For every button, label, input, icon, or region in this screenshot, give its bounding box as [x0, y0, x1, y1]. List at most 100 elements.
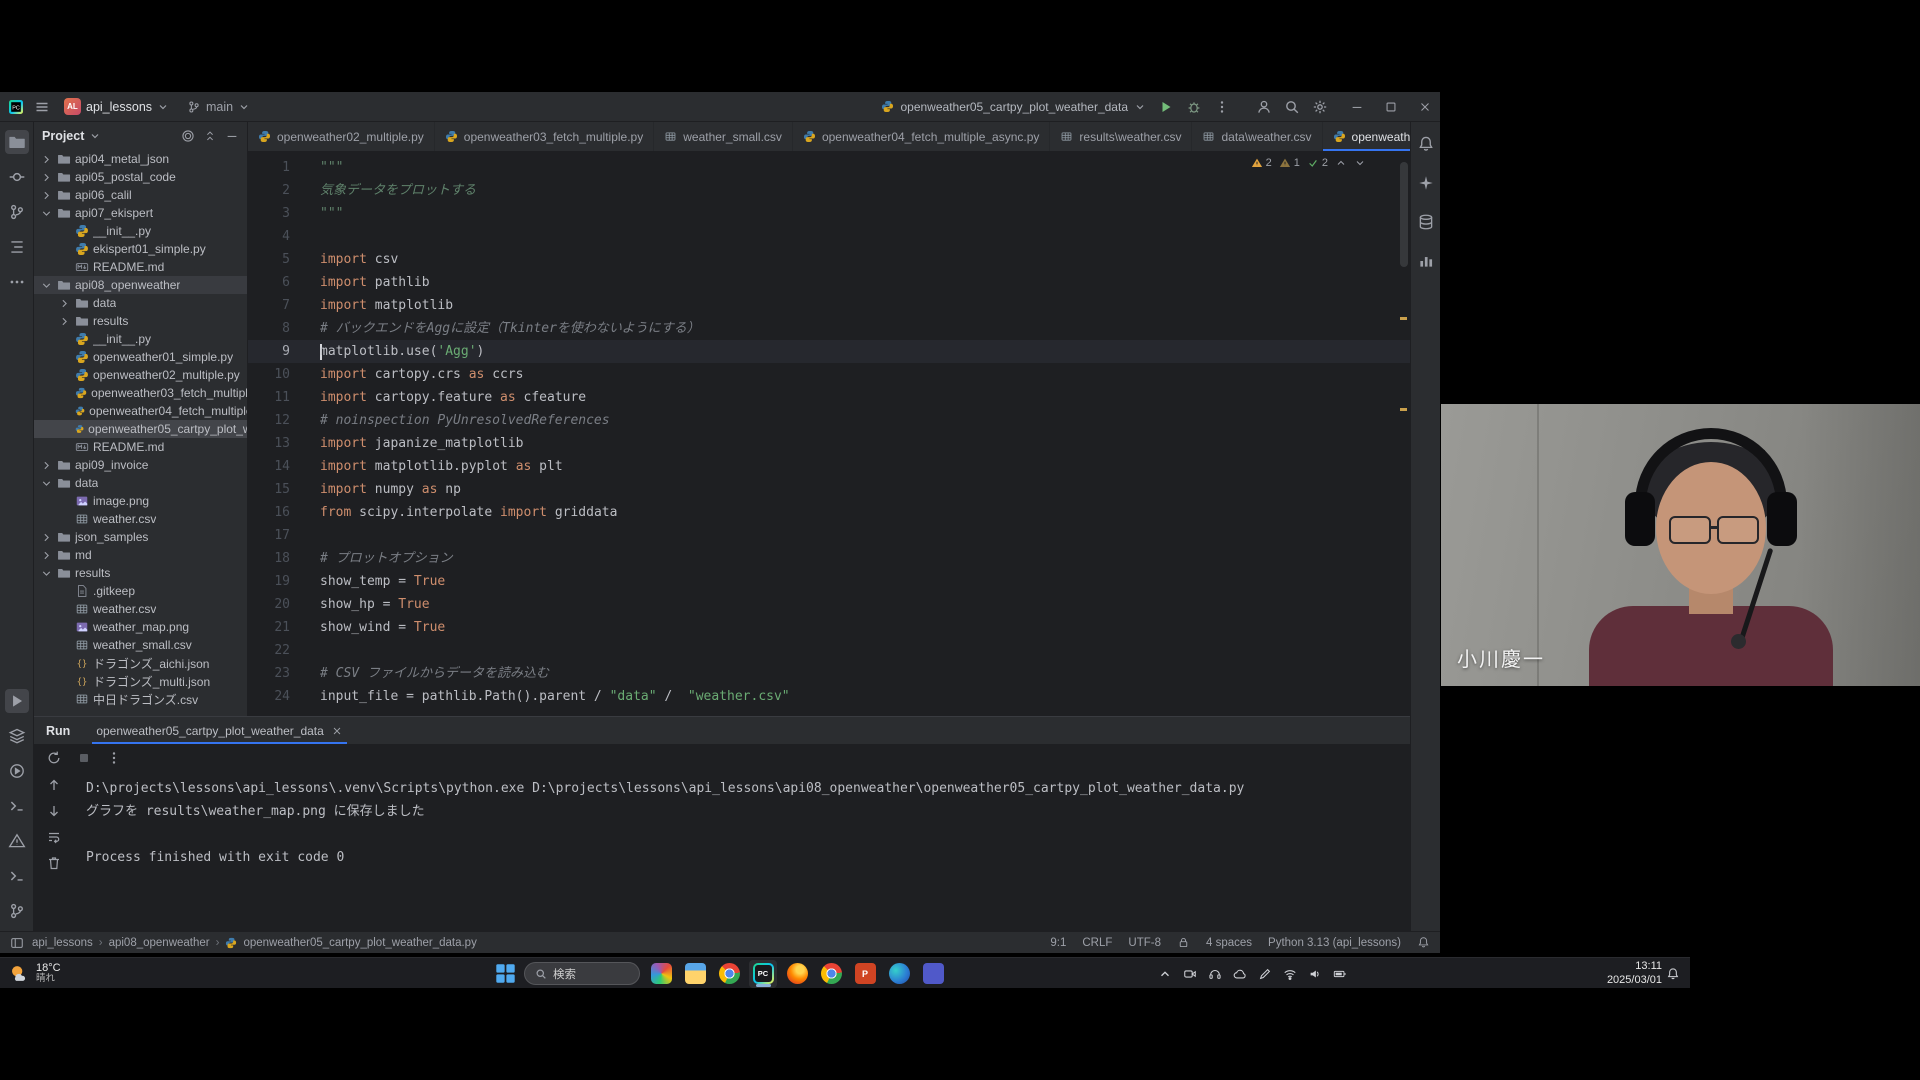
scroll-to-top-icon[interactable] — [46, 777, 62, 793]
tray-cloud-icon[interactable] — [1233, 967, 1247, 981]
vcs-branch-selector[interactable]: main — [183, 98, 254, 116]
project-tree-item[interactable]: api08_openweather — [34, 276, 247, 294]
project-tree-item[interactable]: __init__.py — [34, 330, 247, 348]
project-tree-item[interactable]: openweather02_multiple.py — [34, 366, 247, 384]
settings-icon[interactable] — [1312, 99, 1328, 115]
next-problem-icon[interactable] — [1354, 157, 1366, 169]
line-number[interactable]: 24 — [248, 685, 306, 708]
project-tree-item[interactable]: api04_metal_json — [34, 150, 247, 168]
tool-window-layout-icon[interactable] — [10, 936, 24, 950]
caret-position[interactable]: 9:1 — [1050, 937, 1066, 949]
breadcrumb-item[interactable]: openweather05_cartpy_plot_weather_data.p… — [243, 937, 476, 949]
line-number[interactable]: 17 — [248, 524, 306, 547]
run-console-output[interactable]: D:\projects\lessons\api_lessons\.venv\Sc… — [74, 771, 1410, 931]
project-panel-title[interactable]: Project — [42, 129, 84, 143]
select-opened-file-icon[interactable] — [181, 129, 195, 143]
line-number[interactable]: 4 — [248, 225, 306, 248]
chevron-right-icon[interactable] — [40, 153, 53, 166]
chevron-right-icon[interactable] — [58, 297, 71, 310]
project-tree-item[interactable]: api06_calil — [34, 186, 247, 204]
chevron-right-icon[interactable] — [40, 531, 53, 544]
project-tree-item[interactable]: README.md — [34, 258, 247, 276]
line-number[interactable]: 10 — [248, 363, 306, 386]
python-console-icon[interactable] — [5, 794, 29, 818]
line-number[interactable]: 2 — [248, 179, 306, 202]
tray-volume-icon[interactable] — [1308, 967, 1322, 981]
taskbar-app-pycharm-icon[interactable]: PC — [749, 960, 777, 988]
line-number[interactable]: 8 — [248, 317, 306, 340]
project-tree-item[interactable]: ekispert01_simple.py — [34, 240, 247, 258]
breadcrumb-item[interactable]: api_lessons — [32, 937, 93, 949]
project-tree-item[interactable]: .gitkeep — [34, 582, 247, 600]
taskbar-app-teams-icon[interactable] — [919, 960, 947, 988]
project-tree-item[interactable]: openweather05_cartpy_plot_weather_data.p… — [34, 420, 247, 438]
problems-icon[interactable] — [5, 829, 29, 853]
taskbar-app-explorer-icon[interactable] — [681, 960, 709, 988]
rerun-button[interactable] — [46, 750, 62, 766]
project-tree-item[interactable]: __init__.py — [34, 222, 247, 240]
indent-indicator[interactable]: 4 spaces — [1206, 937, 1252, 949]
tray-headset-icon[interactable] — [1208, 967, 1222, 981]
encoding-indicator[interactable]: UTF-8 — [1128, 937, 1161, 949]
editor-tab[interactable]: openweather04_fetch_multiple_async.py — [793, 122, 1050, 151]
line-number[interactable]: 22 — [248, 639, 306, 662]
line-number[interactable]: 23 — [248, 662, 306, 685]
line-number[interactable]: 7 — [248, 294, 306, 317]
project-tree-item[interactable]: results — [34, 312, 247, 330]
project-tree-item[interactable]: weather.csv — [34, 600, 247, 618]
line-number[interactable]: 3 — [248, 202, 306, 225]
taskbar-app-chrome2-icon[interactable] — [817, 960, 845, 988]
chevron-right-icon[interactable] — [58, 315, 71, 328]
database-icon[interactable] — [1414, 210, 1438, 234]
project-tree-item[interactable]: json_samples — [34, 528, 247, 546]
taskbar-app-photos-icon[interactable] — [647, 960, 675, 988]
run-tab[interactable]: openweather05_cartpy_plot_weather_data — [92, 717, 347, 744]
project-tree-item[interactable]: weather.csv — [34, 510, 247, 528]
editor-tab[interactable]: openweather05_cartpy_plot_weather_data.p… — [1323, 122, 1410, 151]
commit-icon[interactable] — [5, 165, 29, 189]
editor-tab[interactable]: data\weather.csv — [1192, 122, 1322, 151]
project-tree-item[interactable]: api09_invoice — [34, 456, 247, 474]
project-tree-item[interactable]: openweather03_fetch_multiple.py — [34, 384, 247, 402]
line-number[interactable]: 13 — [248, 432, 306, 455]
taskbar-app-edge-icon[interactable] — [885, 960, 913, 988]
project-tree-item[interactable]: weather_small.csv — [34, 636, 247, 654]
pull-requests-icon[interactable] — [5, 200, 29, 224]
chevron-right-icon[interactable] — [40, 171, 53, 184]
project-tree-item[interactable]: {}ドラゴンズ_aichi.json — [34, 654, 247, 672]
notification-center[interactable] — [1666, 958, 1680, 989]
tray-chevron-up-icon[interactable] — [1158, 967, 1172, 981]
stop-button[interactable] — [76, 750, 92, 766]
scroll-warning-mark[interactable] — [1400, 408, 1407, 411]
editor-scrollbar[interactable] — [1400, 162, 1408, 267]
project-tree-item[interactable]: 中日ドラゴンズ.csv — [34, 690, 247, 708]
prev-problem-icon[interactable] — [1335, 157, 1347, 169]
tray-pen-icon[interactable] — [1258, 967, 1272, 981]
project-tree-item[interactable]: openweather04_fetch_multiple_async.py — [34, 402, 247, 420]
project-tree-item[interactable]: data — [34, 294, 247, 312]
debug-button[interactable] — [1186, 99, 1202, 115]
project-tree-item[interactable]: results — [34, 564, 247, 582]
start-button[interactable] — [494, 962, 517, 985]
tray-battery-icon[interactable] — [1333, 967, 1347, 981]
run-icon[interactable] — [5, 689, 29, 713]
line-number[interactable]: 20 — [248, 593, 306, 616]
more-actions-icon[interactable] — [1214, 99, 1230, 115]
taskbar-clock[interactable]: 13:11 2025/03/01 — [1584, 958, 1662, 989]
line-number[interactable]: 14 — [248, 455, 306, 478]
taskbar-weather-widget[interactable]: 18°C 晴れ — [8, 958, 61, 989]
line-number[interactable]: 1 — [248, 156, 306, 179]
chevron-down-icon[interactable] — [40, 477, 53, 490]
collapse-all-icon[interactable] — [203, 129, 217, 143]
line-number[interactable]: 15 — [248, 478, 306, 501]
line-number[interactable]: 16 — [248, 501, 306, 524]
inspections-widget[interactable]: 2 1 2 — [1251, 157, 1366, 169]
scroll-warning-mark[interactable] — [1400, 317, 1407, 320]
line-number[interactable]: 19 — [248, 570, 306, 593]
project-selector[interactable]: AL api_lessons — [60, 96, 173, 117]
taskbar-app-presentation-icon[interactable]: P — [851, 960, 879, 988]
maximize-icon[interactable] — [1384, 100, 1398, 114]
scroll-to-end-icon[interactable] — [46, 803, 62, 819]
more-options-icon[interactable] — [106, 750, 122, 766]
taskbar-app-firefox-icon[interactable] — [783, 960, 811, 988]
